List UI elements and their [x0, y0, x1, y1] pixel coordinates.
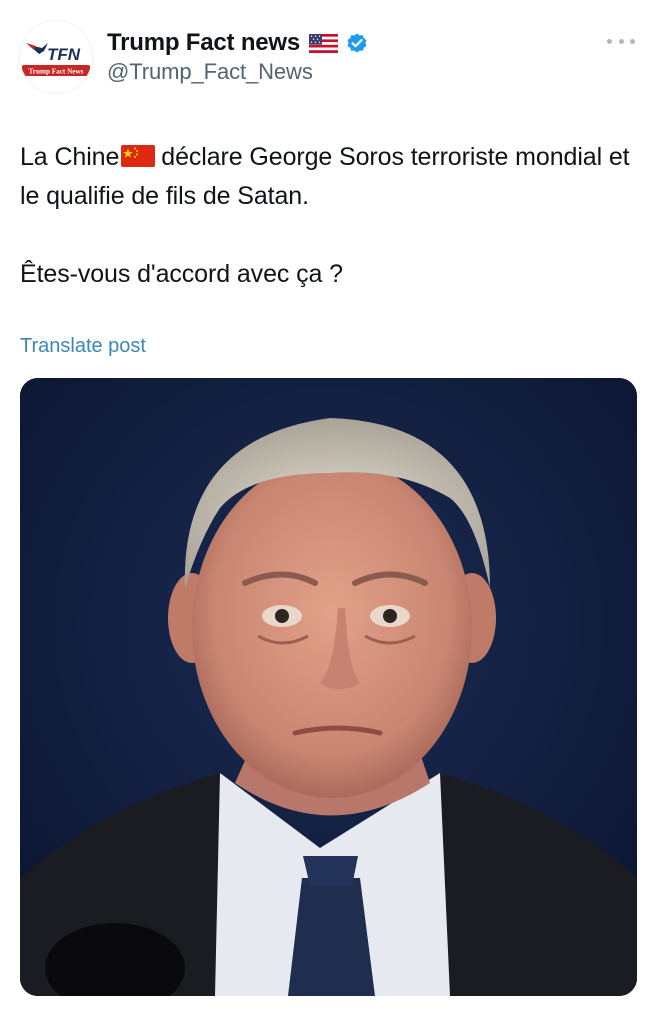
more-dot	[630, 38, 635, 44]
portrait-photo	[20, 378, 637, 996]
author-name-row[interactable]: Trump Fact news	[107, 26, 369, 60]
us-flag-icon	[309, 33, 339, 53]
translate-post-link[interactable]: Translate post	[20, 335, 146, 358]
tweet-media-photo[interactable]	[20, 378, 637, 996]
china-flag-icon	[121, 140, 156, 167]
tweet-paragraph-2: Êtes-vous d'accord avec ça ?	[20, 260, 343, 288]
verified-badge-icon[interactable]	[345, 31, 369, 55]
author-handle[interactable]: @Trump_Fact_News	[107, 59, 313, 85]
tweet-text: La Chine déclare George Soros terroriste …	[20, 138, 637, 294]
more-options-icon[interactable]	[607, 34, 635, 48]
more-dot	[607, 38, 612, 44]
author-display-name[interactable]: Trump Fact news	[107, 29, 300, 57]
tweet-paragraph-1: La Chine déclare George Soros terroriste …	[20, 138, 637, 216]
tweet-text-part-1: La Chine	[20, 143, 120, 171]
author-avatar[interactable]: TFN Trump Fact News	[20, 21, 92, 93]
more-dot	[618, 38, 624, 44]
avatar-logo-text: TFN	[47, 45, 81, 64]
tweet[interactable]: TFN Trump Fact News Trump Fact news @Tru…	[0, 0, 657, 1024]
tfn-logo-icon: TFN Trump Fact News	[20, 21, 92, 93]
avatar-logo-subtext: Trump Fact News	[29, 68, 84, 76]
